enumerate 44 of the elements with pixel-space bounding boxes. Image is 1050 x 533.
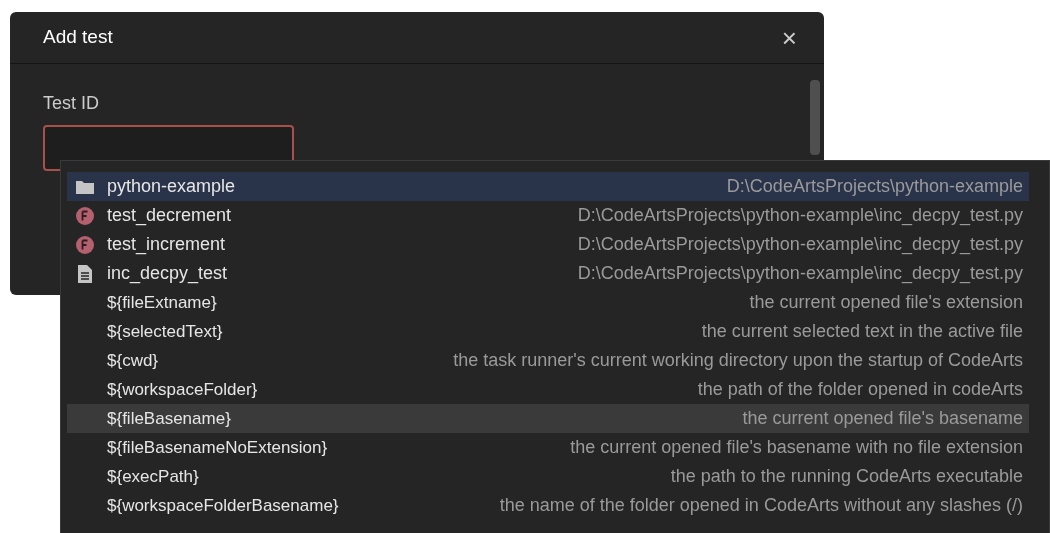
suggestion-item[interactable]: ${fileExtname} the current opened file's extension [67,288,1029,317]
suggestion-detail: D:\CodeArtsProjects\python-example\inc_decpy_test.py [577,233,1023,257]
function-icon [75,234,95,255]
suggestion-item[interactable]: ${workspaceFolderBasename} the name of the folder opened in CodeArts without any slashes (/) [67,491,1029,520]
suggestion-label: inc_decpy_test [107,262,228,286]
suggestion-label: ${fileBasenameNoExtension} [107,436,328,459]
suggestion-item[interactable]: ${workspaceFolder} the path of the folder opened in codeArts [67,375,1029,404]
suggestion-item[interactable]: ${fileBasenameNoExtension} the current opened file's basename with no file extension [67,433,1029,462]
suggestion-detail: the task runner's current working directory upon the startup of CodeArts [453,349,1023,372]
suggestion-detail: the path to the running CodeArts executable [670,465,1023,488]
suggestion-label: ${execPath} [107,465,199,488]
function-icon [75,205,95,226]
file-icon [77,263,93,284]
suggestion-label: test_increment [107,233,226,257]
close-button[interactable]: × [781,24,797,51]
suggestion-item[interactable]: test_decrement D:\CodeArtsProjects\python-example\inc_decpy_test.py [67,201,1029,230]
suggestion-detail: the current opened file's extension [749,291,1023,314]
suggestion-detail: the current opened file's basename [742,407,1023,430]
suggestion-detail: the path of the folder opened in codeArts [697,378,1023,401]
suggestion-item[interactable]: ${execPath} the path to the running CodeArts executable [67,462,1029,491]
field-label: Test ID [43,92,100,115]
suggestion-item[interactable]: ${selectedText} the current selected text in the active file [67,317,1029,346]
dialog-title: Add test [43,25,113,50]
suggestion-detail: the current selected text in the active file [701,320,1023,343]
suggestion-detail: D:\CodeArtsProjects\python-example [726,175,1023,198]
suggestion-label: ${selectedText} [107,320,223,343]
suggestion-label: test_decrement [107,204,232,228]
suggestion-label: ${fileExtname} [107,291,217,314]
suggestion-detail: the current opened file's basename with no file extension [570,436,1023,459]
scrollbar-thumb[interactable] [810,80,820,155]
suggestion-item[interactable]: inc_decpy_test D:\CodeArtsProjects\python-example\inc_decpy_test.py [67,259,1029,288]
suggestion-item[interactable]: ${fileBasename} the current opened file's basename [67,404,1029,433]
suggestion-detail: D:\CodeArtsProjects\python-example\inc_decpy_test.py [577,204,1023,228]
suggestion-label: ${workspaceFolderBasename} [107,494,339,517]
suggestion-label: python-example [107,175,236,198]
suggestion-label: ${cwd} [107,349,159,372]
suggestion-label: ${fileBasename} [107,407,231,430]
suggestion-detail: the name of the folder opened in CodeArts without any slashes (/) [499,494,1023,517]
suggestion-detail: D:\CodeArtsProjects\python-example\inc_decpy_test.py [577,262,1023,286]
suggestion-item[interactable]: test_increment D:\CodeArtsProjects\python-example\inc_decpy_test.py [67,230,1029,259]
suggestion-item[interactable]: ${cwd} the task runner's current working directory upon the startup of CodeArts [67,346,1029,375]
folder-icon [75,178,95,195]
suggestion-label: ${workspaceFolder} [107,378,258,401]
suggestion-item[interactable]: python-example D:\CodeArtsProjects\python-example [67,172,1029,201]
